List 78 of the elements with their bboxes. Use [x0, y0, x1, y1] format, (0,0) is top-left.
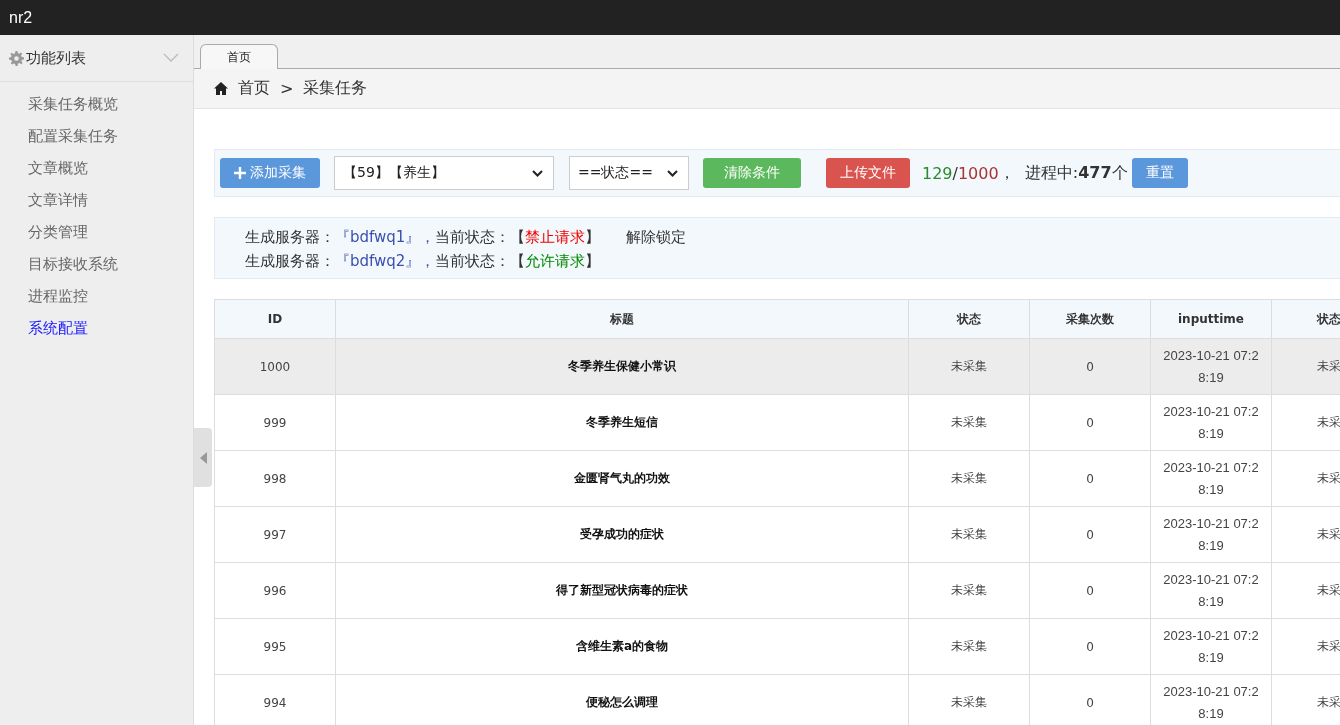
reset-button[interactable]: 重置: [1131, 158, 1188, 188]
table-cell: 未采集: [908, 618, 1030, 675]
table-cell: 994: [214, 674, 336, 725]
bracket-close: 】: [585, 227, 601, 247]
table-cell: 2023-10-21 07:28:19: [1150, 450, 1272, 507]
table-cell: 0: [1029, 618, 1151, 675]
table-cell: 997: [214, 506, 336, 563]
server-label: 生成服务器：: [245, 227, 335, 247]
column-header: 标题: [335, 299, 909, 339]
table-cell: 0: [1029, 394, 1151, 451]
column-header: inputtime: [1150, 299, 1272, 339]
server-status: 允许请求: [525, 251, 586, 271]
table-cell: 1000: [214, 338, 336, 395]
table-cell: 0: [1029, 338, 1151, 395]
table-cell: 996: [214, 562, 336, 619]
progress-text: ， 进程中:477个: [998, 162, 1128, 184]
table-cell: 得了新型冠状病毒的症状: [335, 562, 909, 619]
table-cell: 冬季养生保健小常识: [335, 338, 909, 395]
table-cell: 含维生素a的食物: [335, 618, 909, 675]
table-cell: 冬季养生短信: [335, 394, 909, 451]
bracket-close: 】: [585, 251, 601, 271]
column-header: 状态: [908, 299, 1030, 339]
sidebar-item[interactable]: 进程监控: [0, 280, 193, 312]
category-select[interactable]: 【59】【养生】: [334, 156, 554, 190]
sidebar-item[interactable]: 文章概览: [0, 152, 193, 184]
server-label: 生成服务器：: [245, 251, 335, 271]
table-cell: 0: [1029, 562, 1151, 619]
sidebar-item[interactable]: 分类管理: [0, 216, 193, 248]
breadcrumb-item: 采集任务: [303, 78, 368, 99]
caret-icon: [532, 169, 543, 177]
gear-icon: [9, 50, 24, 66]
table-cell: 0: [1029, 506, 1151, 563]
table-cell: 未采集: [908, 450, 1030, 507]
caret-icon: [667, 169, 678, 177]
server-status: 禁止请求: [525, 227, 586, 247]
sidebar-item[interactable]: 文章详情: [0, 184, 193, 216]
table-cell: 999: [214, 394, 336, 451]
table-cell: 2023-10-21 07:28:19: [1150, 506, 1272, 563]
table-cell: 未采集: [908, 562, 1030, 619]
column-header: 采集次数: [1029, 299, 1151, 339]
server-name: 『bdfwq1』，: [335, 227, 436, 247]
home-icon: [214, 82, 228, 95]
unlock-link[interactable]: 解除锁定: [626, 227, 687, 247]
table-cell: 金匮肾气丸的功效: [335, 450, 909, 507]
tab[interactable]: 首页: [200, 44, 278, 69]
table-cell: 未采集: [908, 338, 1030, 395]
column-header: ID: [214, 299, 336, 339]
slash-separator: /: [952, 163, 958, 183]
sidebar-item[interactable]: 系统配置: [0, 312, 193, 344]
total-count: 1000: [957, 163, 999, 183]
upload-button[interactable]: 上传文件: [826, 158, 910, 188]
chevron-down-icon[interactable]: [163, 53, 179, 63]
sidebar-item[interactable]: 配置采集任务: [0, 120, 193, 152]
add-button[interactable]: 添加采集: [220, 158, 320, 188]
server-name: 『bdfwq2』，: [335, 251, 436, 271]
status-label: 当前状态：【: [435, 251, 526, 271]
done-count: 129: [922, 163, 953, 183]
table-cell: 2023-10-21 07:28:19: [1150, 338, 1272, 395]
table-cell: 0: [1029, 450, 1151, 507]
table-cell: 2023-10-21 07:28:19: [1150, 618, 1272, 675]
sidebar-item[interactable]: 目标接收系统: [0, 248, 193, 280]
breadcrumb-separator: >: [280, 79, 294, 98]
breadcrumb-item[interactable]: 首页: [238, 78, 270, 99]
table-cell: 995: [214, 618, 336, 675]
status-label: 当前状态：【: [435, 227, 526, 247]
sidebar-title[interactable]: 功能列表: [9, 48, 86, 68]
collapse-handle[interactable]: [194, 428, 212, 487]
table-cell: 未采集: [908, 506, 1030, 563]
sidebar-item[interactable]: 采集任务概览: [0, 88, 193, 120]
app-title: nr2: [9, 8, 33, 27]
column-header: 状态: [1271, 299, 1340, 339]
table-cell: 2023-10-21 07:28:19: [1150, 394, 1272, 451]
plus-icon: [234, 167, 246, 179]
table-cell: 未采集: [908, 394, 1030, 451]
table-cell: 受孕成功的症状: [335, 506, 909, 563]
table-cell: 998: [214, 450, 336, 507]
status-select[interactable]: ==状态==: [569, 156, 689, 190]
table-cell: 2023-10-21 07:28:19: [1150, 562, 1272, 619]
